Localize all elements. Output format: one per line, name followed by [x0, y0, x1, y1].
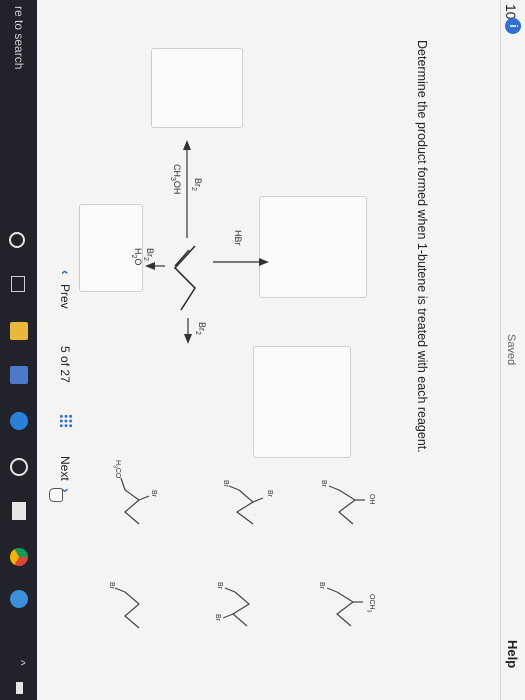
media-player-icon[interactable]	[10, 412, 28, 430]
mail-icon[interactable]	[12, 502, 26, 520]
edge-icon[interactable]	[10, 590, 28, 608]
file-explorer-icon[interactable]	[10, 322, 28, 340]
choice-dibromo-br1-label: Br	[216, 582, 223, 589]
answer-choices[interactable]	[37, 0, 525, 700]
choice-branched-br2-label: Br	[222, 480, 229, 487]
store-icon[interactable]	[10, 366, 28, 384]
choice-oh-label: OH	[368, 494, 375, 505]
chrome-icon[interactable]	[10, 548, 28, 566]
battery-icon	[16, 682, 23, 694]
choice-h3co-end: CO	[114, 467, 121, 479]
choice-och3-text: OCH	[368, 594, 375, 610]
choice-och3-br-label: Br	[318, 582, 325, 589]
taskbar-search[interactable]: re to search	[12, 6, 26, 69]
choice-h3co-br-label: Br	[150, 490, 157, 497]
camera-icon[interactable]	[10, 458, 28, 476]
choice-och3-sub: 3	[365, 609, 372, 613]
choice-branched-br1-label: Br	[266, 490, 273, 497]
prev-button[interactable]: ‹ Prev	[55, 270, 74, 326]
question-page: 10 i Saved Help ces Determine the produc…	[0, 0, 525, 700]
task-view-icon[interactable]	[11, 276, 25, 292]
choice-h3co-br[interactable]	[120, 477, 150, 525]
hand-cursor-icon	[49, 488, 63, 502]
choice-dibromo[interactable]	[222, 587, 251, 627]
choice-chain-br-label: Br	[108, 582, 115, 589]
page-indicator: 5 of 27	[58, 346, 72, 383]
question-grid-icon[interactable]	[59, 414, 73, 428]
page-total: 27	[58, 369, 72, 383]
rotated-view: 10 i Saved Help ces Determine the produc…	[0, 0, 525, 700]
choice-och3[interactable]	[326, 587, 363, 627]
page-of: of	[58, 356, 72, 367]
chevron-up-icon[interactable]: ^	[10, 660, 28, 678]
cortana-icon[interactable]	[9, 232, 25, 248]
chevron-left-icon: ‹	[58, 270, 74, 275]
choice-h3co-label: H3CO	[112, 460, 121, 478]
next-label: Next	[58, 456, 72, 481]
choice-oh[interactable]	[328, 485, 365, 525]
choice-oh-br-label: Br	[320, 480, 327, 487]
taskbar: re to search ^	[0, 0, 37, 700]
next-button[interactable]: Next ›	[55, 456, 74, 516]
choice-och3-label: OCH3	[366, 594, 375, 612]
choice-dibromo-br2-label: Br	[214, 614, 221, 621]
choice-dibromo-branched[interactable]	[228, 485, 264, 525]
choice-bromo-chain[interactable]	[114, 587, 140, 629]
screen: 10 i Saved Help ces Determine the produc…	[0, 0, 525, 700]
prev-label: Prev	[58, 284, 72, 309]
page-current: 5	[58, 346, 72, 353]
